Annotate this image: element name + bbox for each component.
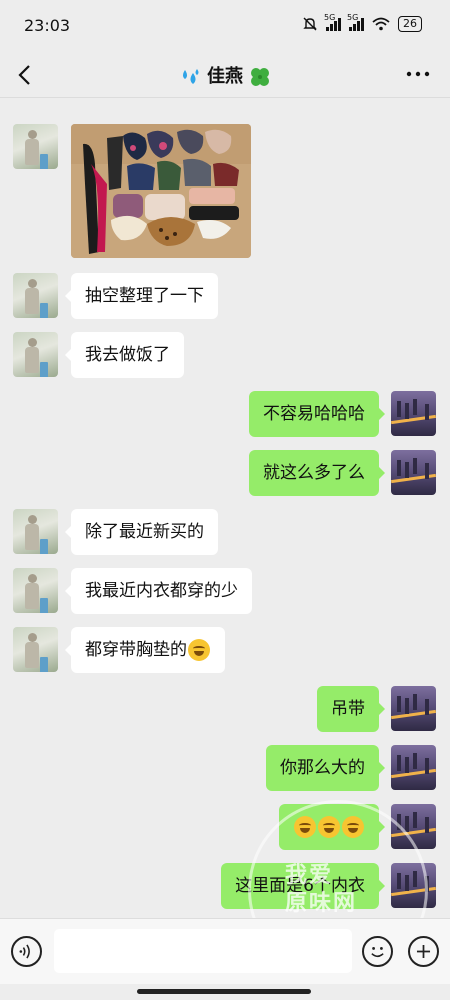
contact-avatar[interactable]	[13, 124, 58, 169]
cell-signal-2-icon: 5G	[347, 13, 364, 31]
more-options-icon[interactable]	[406, 68, 430, 80]
status-bar: 23:03 5G 5G 26	[0, 0, 450, 52]
message-bubble[interactable]: 抽空整理了一下	[65, 273, 218, 319]
voice-input-icon[interactable]	[11, 936, 42, 967]
message-text: 都穿带胸垫的	[85, 640, 187, 660]
my-avatar[interactable]	[391, 863, 436, 908]
message-row	[0, 804, 450, 850]
message-row: 抽空整理了一下	[0, 273, 450, 319]
message-bubble[interactable]: 吊带	[317, 686, 385, 732]
clothing-photo[interactable]	[71, 124, 251, 258]
chat-title-text: 佳燕	[207, 66, 243, 87]
message-bubble[interactable]: 我去做饭了	[65, 332, 184, 378]
contact-avatar[interactable]	[13, 627, 58, 672]
message-bubble[interactable]: 除了最近新买的	[65, 509, 218, 555]
status-icons: 5G 5G 26	[302, 13, 422, 32]
battery-icon: 26	[398, 16, 422, 32]
tears-of-joy-emoji-icon	[294, 816, 316, 838]
message-row: 都穿带胸垫的	[0, 627, 450, 673]
my-avatar[interactable]	[391, 804, 436, 849]
four-leaf-clover-icon	[251, 68, 270, 86]
message-row: 不容易哈哈哈	[0, 391, 450, 437]
message-bubble[interactable]: 我最近内衣都穿的少	[65, 568, 252, 614]
my-avatar[interactable]	[391, 745, 436, 790]
message-row: 除了最近新买的	[0, 509, 450, 555]
input-bar	[0, 918, 450, 984]
wifi-icon	[372, 17, 390, 31]
message-row: 我去做饭了	[0, 332, 450, 378]
message-row: 我最近内衣都穿的少	[0, 568, 450, 614]
my-avatar[interactable]	[391, 686, 436, 731]
mute-bell-icon	[303, 17, 317, 31]
chat-message-list[interactable]: 抽空整理了一下 我去做饭了 不容易哈哈哈 就这么多了么 除了最近新买的 我最近内…	[0, 98, 450, 920]
emoji-picker-icon[interactable]	[362, 936, 393, 967]
message-row: 就这么多了么	[0, 450, 450, 496]
message-bubble[interactable]: 你那么大的	[266, 745, 385, 791]
plus-icon[interactable]	[408, 936, 439, 967]
contact-avatar[interactable]	[13, 509, 58, 554]
message-row: 吊带	[0, 686, 450, 732]
chat-header: 佳燕	[0, 52, 450, 98]
contact-avatar[interactable]	[13, 568, 58, 613]
water-drops-icon	[182, 69, 199, 84]
contact-avatar[interactable]	[13, 273, 58, 318]
contact-avatar[interactable]	[13, 332, 58, 377]
message-bubble[interactable]	[279, 804, 385, 850]
message-bubble[interactable]: 都穿带胸垫的	[65, 627, 225, 673]
status-time: 23:03	[24, 16, 71, 35]
tears-of-joy-emoji-icon	[318, 816, 340, 838]
message-bubble[interactable]: 不容易哈哈哈	[249, 391, 385, 437]
my-avatar[interactable]	[391, 450, 436, 495]
cell-signal-icon: 5G	[324, 13, 341, 31]
watermark-text: 我爱 原味网	[285, 863, 358, 916]
home-indicator[interactable]	[137, 989, 311, 994]
rolling-laughing-emoji-icon	[188, 639, 210, 661]
message-bubble[interactable]: 就这么多了么	[249, 450, 385, 496]
my-avatar[interactable]	[391, 391, 436, 436]
message-row: 这里面是6个内衣	[0, 863, 450, 909]
tears-of-joy-emoji-icon	[342, 816, 364, 838]
chat-title: 佳燕	[0, 62, 450, 88]
message-input[interactable]	[54, 929, 352, 973]
message-row: 你那么大的	[0, 745, 450, 791]
